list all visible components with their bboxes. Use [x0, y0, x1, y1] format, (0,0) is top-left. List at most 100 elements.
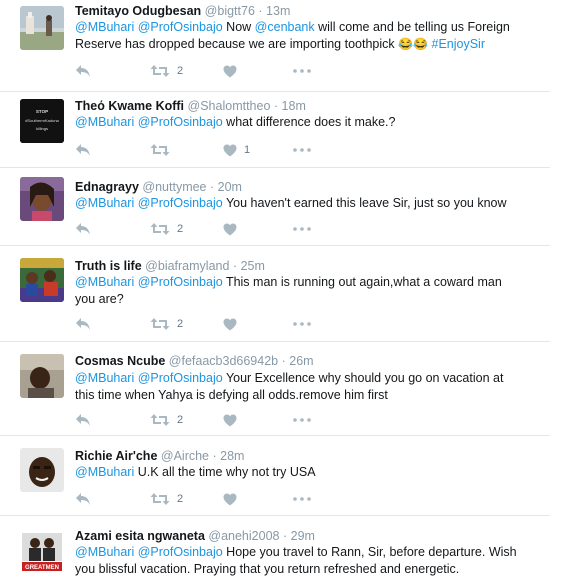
mention-link[interactable]: @ProfOsinbajo [138, 115, 223, 129]
mention-link[interactable]: @ProfOsinbajo [138, 20, 223, 34]
retweet-icon [150, 413, 170, 427]
reply-button[interactable] [75, 63, 91, 79]
separator-dot: · [258, 4, 263, 18]
mention-link[interactable]: @ProfOsinbajo [138, 371, 223, 385]
timestamp[interactable]: 18m [282, 99, 306, 113]
tweet-item[interactable]: Cosmas Ncube @fefaacb3d66942b · 26m @MBu… [0, 342, 550, 436]
tweet-item[interactable]: Ednagrayy @nuttymee · 20m @MBuhari @Prof… [0, 168, 550, 246]
author-handle[interactable]: @anehi2008 [208, 529, 279, 543]
author-handle[interactable]: @fefaacb3d66942b [169, 354, 278, 368]
mention-link[interactable]: @MBuhari [75, 545, 134, 559]
tweet-actions: 2 [75, 63, 335, 79]
mention-link[interactable]: @ProfOsinbajo [138, 196, 223, 210]
tweet-item[interactable]: Richie Air'che @Airche · 28m @MBuhari U.… [0, 436, 550, 516]
reply-button[interactable] [75, 316, 91, 332]
avatar-text: GREATMEN [25, 565, 59, 571]
avatar[interactable] [20, 448, 64, 492]
separator-dot: · [282, 529, 288, 543]
heart-icon [223, 144, 237, 157]
avatar[interactable]: GREATMEN [20, 529, 64, 573]
separator-dot: · [212, 449, 217, 463]
separator-dot: · [273, 99, 279, 113]
author-name[interactable]: Cosmas Ncube [75, 354, 165, 368]
tweet-actions: 1 [75, 142, 335, 158]
mention-link[interactable]: @MBuhari [75, 275, 134, 289]
retweet-button[interactable]: 2 [150, 221, 183, 237]
mention-link[interactable]: @MBuhari [75, 371, 134, 385]
mention-link[interactable]: @cenbank [255, 20, 315, 34]
more-button[interactable] [293, 221, 311, 237]
author-handle[interactable]: @Shalomttheo [188, 99, 271, 113]
timestamp[interactable]: 29m [291, 529, 315, 543]
retweet-icon [150, 222, 170, 236]
author-name[interactable]: Temitayo Odugbesan [75, 4, 201, 18]
timestamp[interactable]: 26m [289, 354, 313, 368]
more-button[interactable] [293, 491, 311, 507]
avatar[interactable] [20, 258, 64, 302]
avatar[interactable] [20, 6, 64, 50]
more-icon [293, 69, 311, 73]
mention-link[interactable]: @MBuhari [75, 20, 134, 34]
author-name[interactable]: Richie Air'che [75, 449, 157, 463]
retweet-button[interactable]: 2 [150, 491, 183, 507]
hashtag-link[interactable]: #EnjoySir [432, 37, 486, 51]
tweet-text: @MBuhari @ProfOsinbajo You haven't earne… [75, 195, 537, 212]
retweet-count: 2 [177, 223, 184, 235]
tweet-actions: 2 [75, 412, 335, 428]
author-name[interactable]: Τheό Kwame Koffi [75, 99, 184, 113]
retweet-icon [150, 492, 170, 506]
like-button[interactable] [223, 316, 244, 332]
tweet-item[interactable]: Truth is life @biaframyland · 25m @MBuha… [0, 246, 550, 342]
author-name[interactable]: Truth is life [75, 259, 142, 273]
mention-link[interactable]: @MBuhari [75, 115, 134, 129]
retweet-button[interactable]: 2 [150, 412, 183, 428]
retweet-button[interactable]: 2 [150, 63, 183, 79]
avatar-text: killings [36, 126, 48, 131]
author-handle[interactable]: @bigtt76 [205, 4, 255, 18]
heart-icon [223, 65, 237, 78]
more-button[interactable] [293, 412, 311, 428]
author-handle[interactable]: @Airche [161, 449, 209, 463]
more-button[interactable] [293, 316, 311, 332]
like-button[interactable] [223, 63, 244, 79]
tweet-item[interactable]: STOP #SoutherrnKaduna killings Τheό Kwam… [0, 92, 550, 168]
avatar[interactable] [20, 354, 64, 398]
tweet-item[interactable]: GREATMEN Azami esita ngwaneta @anehi2008… [0, 516, 550, 585]
retweet-button[interactable]: 2 [150, 316, 183, 332]
mention-link[interactable]: @ProfOsinbajo [138, 275, 223, 289]
like-button[interactable] [223, 221, 244, 237]
reply-button[interactable] [75, 412, 91, 428]
author-name[interactable]: Azami esita ngwaneta [75, 529, 205, 543]
tweet-text: @MBuhari @ProfOsinbajo Hope you travel t… [75, 544, 537, 578]
reply-icon [75, 492, 91, 506]
avatar[interactable] [20, 177, 64, 221]
retweet-count: 2 [177, 493, 184, 505]
retweet-button[interactable] [150, 142, 177, 158]
mention-link[interactable]: @MBuhari [75, 196, 134, 210]
tweet-text: @MBuhari @ProfOsinbajo Now @cenbank will… [75, 19, 537, 53]
retweet-icon [150, 317, 170, 331]
author-name[interactable]: Ednagrayy [75, 180, 139, 194]
like-button[interactable] [223, 412, 244, 428]
tweet-text-fragment: what difference does it make.? [226, 115, 396, 129]
like-button[interactable] [223, 491, 244, 507]
author-handle[interactable]: @nuttymee [142, 180, 206, 194]
tweet-item[interactable]: Temitayo Odugbesan @bigtt76 · 13m @MBuha… [0, 0, 550, 96]
tweet-actions: 2 [75, 221, 335, 237]
author-handle[interactable]: @biaframyland [145, 259, 229, 273]
mention-link[interactable]: @ProfOsinbajo [138, 545, 223, 559]
like-button[interactable]: 1 [223, 142, 250, 158]
mention-link[interactable]: @MBuhari [75, 465, 134, 479]
timestamp[interactable]: 20m [218, 180, 242, 194]
retweet-count: 2 [177, 414, 184, 426]
reply-icon [75, 222, 91, 236]
avatar[interactable]: STOP #SoutherrnKaduna killings [20, 99, 64, 143]
timestamp[interactable]: 13m [266, 4, 290, 18]
timestamp[interactable]: 28m [220, 449, 244, 463]
reply-button[interactable] [75, 142, 91, 158]
more-button[interactable] [293, 142, 311, 158]
reply-button[interactable] [75, 221, 91, 237]
more-button[interactable] [293, 63, 311, 79]
timestamp[interactable]: 25m [241, 259, 265, 273]
reply-button[interactable] [75, 491, 91, 507]
